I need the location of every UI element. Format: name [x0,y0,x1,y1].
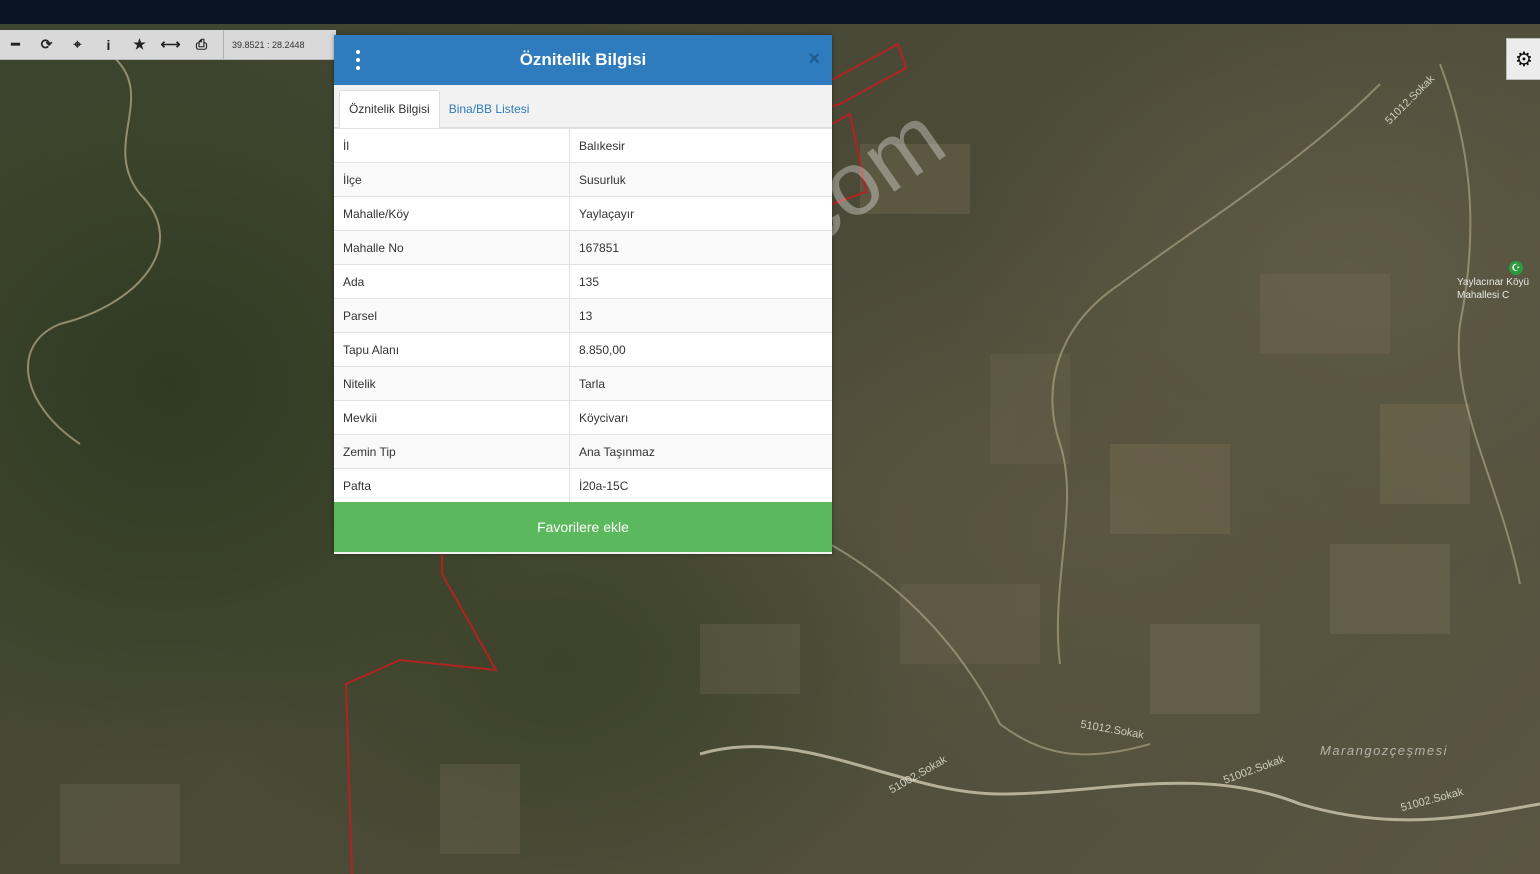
table-row: Ada 135 [334,264,832,299]
close-icon[interactable]: × [808,49,820,69]
modal-title: Öznitelik Bilgisi [519,50,647,69]
row-key: İlçe [334,162,570,197]
row-value: Ana Taşınmaz [569,434,832,469]
poi-label-line2: Mahallesi C [1457,290,1510,301]
row-value: Köycivarı [569,400,832,435]
row-value: Balıkesir [569,128,832,163]
row-value: 135 [569,264,832,299]
row-value: 13 [569,298,832,333]
row-key: Mahalle/Köy [334,196,570,231]
map-toolbar: ━ ⟳ ⌖ i ★ ⟷ ⎙ 39.8521 : 28.2448 [0,30,336,60]
table-row: İl Balıkesir [334,128,832,163]
row-value: 167851 [569,230,832,265]
place-label: Marangozçeşmesi [1320,743,1448,758]
app-window: 51012.Sokak 51002.Sokak 51002.Sokak 5100… [0,0,1540,874]
gear-icon[interactable]: ⚙ [1506,38,1540,80]
row-key: Mahalle No [334,230,570,265]
star-icon[interactable]: ★ [124,30,155,59]
measure-icon[interactable]: ⟷ [155,30,186,59]
row-key: Zemin Tip [334,434,570,469]
table-row: İlçe Susurluk [334,162,832,197]
row-key: Ada [334,264,570,299]
locate-icon[interactable]: ⌖ [62,30,93,59]
row-value: 8.850,00 [569,332,832,367]
top-bar [0,0,1540,24]
add-to-favorites-button[interactable]: Favorilere ekle [334,502,832,552]
table-row: Mevkii Köycivarı [334,400,832,435]
attribute-info-modal: Öznitelik Bilgisi × Öznitelik Bilgisi Bi… [334,35,832,554]
attribute-table: İl Balıkesir İlçe Susurluk Mahalle/Köy Yayl… [334,128,832,502]
table-row: Zemin Tip Ana Taşınmaz [334,434,832,469]
poi-label-line1: Yaylacınar Köyü [1457,277,1530,288]
table-row: Tapu Alanı 8.850,00 [334,332,832,367]
modal-header: Öznitelik Bilgisi × [334,35,832,85]
info-icon[interactable]: i [93,30,124,59]
table-row: Mahalle/Köy Yaylaçayır [334,196,832,231]
row-key: İl [334,128,570,163]
row-value: Tarla [569,366,832,401]
row-value: Yaylaçayır [569,196,832,231]
modal-tabs: Öznitelik Bilgisi Bina/BB Listesi [334,85,832,128]
print-icon[interactable]: ⎙ [186,30,217,59]
refresh-icon[interactable]: ⟳ [31,30,62,59]
table-row: Pafta İ20a-15C [334,468,832,502]
coordinates-readout: 39.8521 : 28.2448 [232,39,305,50]
tab-building-list[interactable]: Bina/BB Listesi [440,91,539,127]
zoom-out-icon[interactable]: ━ [0,30,31,59]
tab-attribute-info[interactable]: Öznitelik Bilgisi [339,90,440,128]
row-key: Mevkii [334,400,570,435]
table-row: Mahalle No 167851 [334,230,832,265]
row-key: Nitelik [334,366,570,401]
row-key: Parsel [334,298,570,333]
row-value: Susurluk [569,162,832,197]
row-key: Pafta [334,468,570,502]
kebab-menu-icon[interactable] [352,50,364,70]
mosque-icon[interactable]: ☪ [1509,261,1523,275]
row-key: Tapu Alanı [334,332,570,367]
table-row: Nitelik Tarla [334,366,832,401]
table-row: Parsel 13 [334,298,832,333]
poi-label[interactable]: Yaylacınar Köyü Mahallesi C [1457,276,1540,302]
row-value: İ20a-15C [569,468,832,502]
